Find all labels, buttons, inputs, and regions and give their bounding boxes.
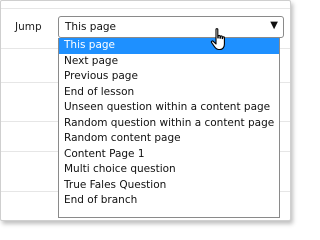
divider bbox=[1, 151, 58, 152]
dropdown-option[interactable]: Unseen question within a content page bbox=[59, 100, 279, 116]
jump-options-list[interactable]: This page Next page Previous page End of le… bbox=[58, 38, 280, 218]
dropdown-option[interactable]: True Fales Question bbox=[59, 178, 279, 194]
jump-label: Jump bbox=[15, 21, 42, 33]
dropdown-option[interactable]: Next page bbox=[59, 54, 279, 70]
divider bbox=[280, 121, 290, 122]
dropdown-option[interactable]: Previous page bbox=[59, 69, 279, 85]
divider bbox=[280, 191, 290, 192]
divider bbox=[1, 48, 58, 49]
divider bbox=[280, 48, 290, 49]
dropdown-option[interactable]: End of lesson bbox=[59, 85, 279, 101]
jump-form-panel: Jump This page ▼ This page Next page Previ… bbox=[0, 0, 291, 221]
divider bbox=[1, 82, 58, 83]
dropdown-option[interactable]: Content Page 1 bbox=[59, 147, 279, 163]
dropdown-option[interactable]: End of branch bbox=[59, 193, 279, 209]
divider bbox=[1, 191, 58, 192]
caret-down-icon: ▼ bbox=[270, 20, 278, 31]
divider bbox=[1, 121, 58, 122]
dropdown-option[interactable]: Multi choice question bbox=[59, 162, 279, 178]
hand-pointer-icon bbox=[210, 28, 225, 51]
dropdown-option[interactable]: Random content page bbox=[59, 131, 279, 147]
divider bbox=[280, 82, 290, 83]
divider bbox=[1, 8, 290, 9]
jump-select-value: This page bbox=[65, 21, 117, 33]
dropdown-option[interactable]: Random question within a content page bbox=[59, 116, 279, 132]
jump-select[interactable]: This page ▼ bbox=[58, 16, 284, 38]
dropdown-option[interactable]: This page bbox=[59, 38, 279, 54]
divider bbox=[280, 151, 290, 152]
